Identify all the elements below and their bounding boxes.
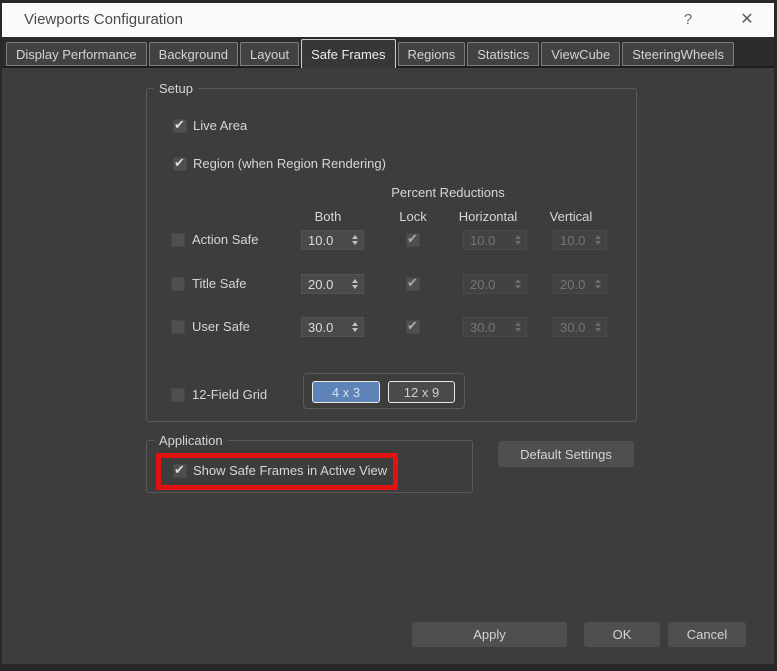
spinner-value: 10.0 <box>470 232 496 248</box>
safe-frame-row-user: User Safe 30.0 30.0 30.0 <box>147 317 636 337</box>
spinner-value: 10.0 <box>560 232 586 248</box>
live-area-label: Live Area <box>193 118 248 133</box>
close-icon[interactable]: ✕ <box>735 3 759 37</box>
tab-background[interactable]: Background <box>148 42 239 66</box>
spinner-value: 30.0 <box>308 319 334 335</box>
spinner-arrows-icon[interactable] <box>348 322 363 332</box>
tab-bar: Display Performance Background Layout Safe … <box>2 37 774 68</box>
tab-safe-frames[interactable]: Safe Frames <box>301 39 396 68</box>
column-header-both: Both <box>314 209 342 224</box>
field-grid-label: 12-Field Grid <box>192 387 268 402</box>
title-safe-vertical-spinner[interactable]: 20.0 <box>553 274 607 294</box>
action-safe-horizontal-spinner[interactable]: 10.0 <box>463 230 527 250</box>
setup-group-label: Setup <box>154 80 198 97</box>
safe-frame-row-title: Title Safe 20.0 20.0 20.0 <box>147 274 636 294</box>
spinner-arrows-icon[interactable] <box>348 279 363 289</box>
spinner-value: 20.0 <box>308 276 334 292</box>
title-safe-both-spinner[interactable]: 20.0 <box>301 274 364 294</box>
title-safe-horizontal-spinner[interactable]: 20.0 <box>463 274 527 294</box>
title-safe-label: Title Safe <box>192 276 247 291</box>
safe-frame-row-action: Action Safe 10.0 10.0 10.0 <box>147 230 636 250</box>
spinner-value: 30.0 <box>470 319 496 335</box>
setup-group: Setup Live Area Region (when Region Rend… <box>146 80 637 422</box>
spinner-value: 20.0 <box>470 276 496 292</box>
tab-viewcube[interactable]: ViewCube <box>541 42 621 66</box>
user-safe-horizontal-spinner[interactable]: 30.0 <box>463 317 527 337</box>
action-safe-label: Action Safe <box>192 232 259 247</box>
cancel-button[interactable]: Cancel <box>668 622 746 647</box>
user-safe-label: User Safe <box>192 319 250 334</box>
percent-reductions-label: Percent Reductions <box>391 185 505 200</box>
column-header-lock: Lock <box>399 209 427 224</box>
apply-button[interactable]: Apply <box>412 622 567 647</box>
user-safe-both-spinner[interactable]: 30.0 <box>301 317 364 337</box>
application-group-label: Application <box>154 432 228 449</box>
window-border-left <box>0 0 2 671</box>
tab-display-performance[interactable]: Display Performance <box>6 42 147 66</box>
user-safe-checkbox[interactable] <box>171 320 185 334</box>
user-safe-vertical-spinner[interactable]: 30.0 <box>553 317 607 337</box>
title-bar: Viewports Configuration ? ✕ <box>2 3 774 37</box>
application-group: Application Show Safe Frames in Active V… <box>146 432 473 493</box>
window-border-bottom <box>0 664 777 671</box>
field-grid-button-group: 4 x 3 12 x 9 <box>303 373 465 409</box>
tab-regions[interactable]: Regions <box>397 42 466 66</box>
spinner-arrows-icon[interactable] <box>511 322 526 332</box>
spinner-arrows-icon[interactable] <box>591 322 606 332</box>
spinner-arrows-icon[interactable] <box>591 279 606 289</box>
live-area-checkbox[interactable] <box>173 117 187 133</box>
region-checkbox[interactable] <box>173 155 187 171</box>
title-safe-checkbox[interactable] <box>171 277 185 291</box>
spinner-value: 10.0 <box>308 232 334 248</box>
aspect-4x3-button[interactable]: 4 x 3 <box>312 381 380 403</box>
column-header-vertical: Vertical <box>549 209 593 224</box>
user-safe-lock-checkbox[interactable] <box>406 318 420 334</box>
aspect-12x9-button[interactable]: 12 x 9 <box>388 381 455 403</box>
tab-layout[interactable]: Layout <box>240 42 300 66</box>
spinner-arrows-icon[interactable] <box>511 279 526 289</box>
tab-steeringwheels[interactable]: SteeringWheels <box>622 42 735 66</box>
default-settings-button[interactable]: Default Settings <box>498 441 634 467</box>
field-grid-checkbox[interactable] <box>171 388 185 402</box>
spinner-arrows-icon[interactable] <box>591 235 606 245</box>
viewports-configuration-dialog: Viewports Configuration ? ✕ Display Perf… <box>0 0 777 671</box>
action-safe-both-spinner[interactable]: 10.0 <box>301 230 364 250</box>
column-header-horizontal: Horizontal <box>458 209 518 224</box>
spinner-value: 30.0 <box>560 319 586 335</box>
action-safe-checkbox[interactable] <box>171 233 185 247</box>
highlight-box <box>156 453 398 490</box>
region-label: Region (when Region Rendering) <box>193 156 386 171</box>
spinner-arrows-icon[interactable] <box>348 235 363 245</box>
tab-statistics[interactable]: Statistics <box>467 42 540 66</box>
spinner-arrows-icon[interactable] <box>511 235 526 245</box>
help-icon[interactable]: ? <box>676 3 700 37</box>
action-safe-vertical-spinner[interactable]: 10.0 <box>553 230 607 250</box>
spinner-value: 20.0 <box>560 276 586 292</box>
ok-button[interactable]: OK <box>584 622 660 647</box>
title-safe-lock-checkbox[interactable] <box>406 275 420 291</box>
window-title: Viewports Configuration <box>24 11 183 28</box>
action-safe-lock-checkbox[interactable] <box>406 231 420 247</box>
